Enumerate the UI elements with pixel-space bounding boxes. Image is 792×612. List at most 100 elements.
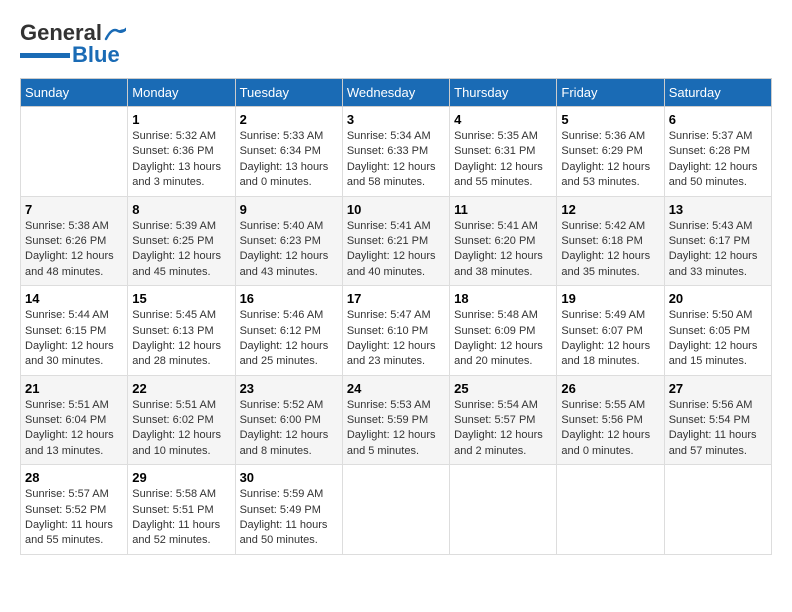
calendar-cell: 26 Sunrise: 5:55 AMSunset: 5:56 PMDayligh… [557, 375, 664, 465]
day-detail: Sunrise: 5:37 AMSunset: 6:28 PMDaylight:… [669, 129, 767, 191]
day-detail: Sunrise: 5:40 AMSunset: 6:23 PMDaylight:… [240, 219, 338, 281]
day-number: 16 [240, 291, 338, 306]
day-detail: Sunrise: 5:35 AMSunset: 6:31 PMDaylight:… [454, 129, 552, 191]
calendar-header-row: SundayMondayTuesdayWednesdayThursdayFrid… [21, 79, 772, 107]
calendar-cell: 27 Sunrise: 5:56 AMSunset: 5:54 PMDayligh… [664, 375, 771, 465]
calendar-cell: 15 Sunrise: 5:45 AMSunset: 6:13 PMDayligh… [128, 286, 235, 376]
day-number: 4 [454, 112, 552, 127]
day-header-thursday: Thursday [450, 79, 557, 107]
calendar-week-row: 7Sunrise: 5:38 AMSunset: 6:26 PMDaylight… [21, 196, 772, 286]
day-detail: Sunrise: 5:36 AMSunset: 6:29 PMDaylight:… [561, 129, 659, 191]
day-detail: Sunrise: 5:54 AMSunset: 5:57 PMDaylight:… [454, 398, 552, 460]
calendar-cell: 6 Sunrise: 5:37 AMSunset: 6:28 PMDaylight… [664, 107, 771, 197]
day-header-friday: Friday [557, 79, 664, 107]
day-header-sunday: Sunday [21, 79, 128, 107]
day-header-saturday: Saturday [664, 79, 771, 107]
day-detail: Sunrise: 5:44 AMSunset: 6:15 PMDaylight:… [25, 308, 123, 370]
calendar-cell: 19 Sunrise: 5:49 AMSunset: 6:07 PMDayligh… [557, 286, 664, 376]
day-number: 17 [347, 291, 445, 306]
day-number: 18 [454, 291, 552, 306]
day-number: 10 [347, 202, 445, 217]
calendar-cell [342, 465, 449, 555]
calendar-cell: 22 Sunrise: 5:51 AMSunset: 6:02 PMDayligh… [128, 375, 235, 465]
calendar-cell: 7Sunrise: 5:38 AMSunset: 6:26 PMDaylight… [21, 196, 128, 286]
day-number: 11 [454, 202, 552, 217]
day-detail: Sunrise: 5:41 AMSunset: 6:21 PMDaylight:… [347, 219, 445, 281]
calendar-cell: 5 Sunrise: 5:36 AMSunset: 6:29 PMDaylight… [557, 107, 664, 197]
day-detail: Sunrise: 5:45 AMSunset: 6:13 PMDaylight:… [132, 308, 230, 370]
page-header: General Blue [20, 20, 772, 68]
calendar-cell: 2Sunrise: 5:33 AMSunset: 6:34 PMDaylight… [235, 107, 342, 197]
logo-blue-text: Blue [72, 42, 120, 68]
day-detail: Sunrise: 5:55 AMSunset: 5:56 PMDaylight:… [561, 398, 659, 460]
day-number: 27 [669, 381, 767, 396]
calendar-cell: 28 Sunrise: 5:57 AMSunset: 5:52 PMDayligh… [21, 465, 128, 555]
calendar-body: 1 Sunrise: 5:32 AMSunset: 6:36 PMDaylight… [21, 107, 772, 555]
calendar-cell: 1 Sunrise: 5:32 AMSunset: 6:36 PMDaylight… [128, 107, 235, 197]
day-detail: Sunrise: 5:56 AMSunset: 5:54 PMDaylight:… [669, 398, 767, 460]
day-detail: Sunrise: 5:57 AMSunset: 5:52 PMDaylight:… [25, 487, 123, 549]
calendar-week-row: 1 Sunrise: 5:32 AMSunset: 6:36 PMDaylight… [21, 107, 772, 197]
day-detail: Sunrise: 5:46 AMSunset: 6:12 PMDaylight:… [240, 308, 338, 370]
calendar-cell: 4 Sunrise: 5:35 AMSunset: 6:31 PMDaylight… [450, 107, 557, 197]
day-detail: Sunrise: 5:51 AMSunset: 6:04 PMDaylight:… [25, 398, 123, 460]
day-detail: Sunrise: 5:32 AMSunset: 6:36 PMDaylight:… [132, 129, 230, 191]
day-detail: Sunrise: 5:58 AMSunset: 5:51 PMDaylight:… [132, 487, 230, 549]
calendar-cell: 11 Sunrise: 5:41 AMSunset: 6:20 PMDayligh… [450, 196, 557, 286]
logo-bird-icon [104, 25, 126, 41]
calendar-week-row: 28 Sunrise: 5:57 AMSunset: 5:52 PMDayligh… [21, 465, 772, 555]
day-number: 9 [240, 202, 338, 217]
day-number: 1 [132, 112, 230, 127]
day-detail: Sunrise: 5:59 AMSunset: 5:49 PMDaylight:… [240, 487, 338, 549]
day-number: 20 [669, 291, 767, 306]
calendar-week-row: 21 Sunrise: 5:51 AMSunset: 6:04 PMDayligh… [21, 375, 772, 465]
day-detail: Sunrise: 5:49 AMSunset: 6:07 PMDaylight:… [561, 308, 659, 370]
day-detail: Sunrise: 5:51 AMSunset: 6:02 PMDaylight:… [132, 398, 230, 460]
day-detail: Sunrise: 5:42 AMSunset: 6:18 PMDaylight:… [561, 219, 659, 281]
calendar-cell: 29 Sunrise: 5:58 AMSunset: 5:51 PMDayligh… [128, 465, 235, 555]
logo-blue-bar [20, 53, 70, 58]
calendar-cell [21, 107, 128, 197]
day-detail: Sunrise: 5:43 AMSunset: 6:17 PMDaylight:… [669, 219, 767, 281]
calendar-cell: 10 Sunrise: 5:41 AMSunset: 6:21 PMDayligh… [342, 196, 449, 286]
calendar-cell: 18 Sunrise: 5:48 AMSunset: 6:09 PMDayligh… [450, 286, 557, 376]
calendar-cell: 24 Sunrise: 5:53 AMSunset: 5:59 PMDayligh… [342, 375, 449, 465]
day-number: 21 [25, 381, 123, 396]
day-number: 23 [240, 381, 338, 396]
day-number: 22 [132, 381, 230, 396]
day-number: 5 [561, 112, 659, 127]
calendar-cell: 25Sunrise: 5:54 AMSunset: 5:57 PMDayligh… [450, 375, 557, 465]
day-number: 24 [347, 381, 445, 396]
day-number: 30 [240, 470, 338, 485]
calendar-cell: 20Sunrise: 5:50 AMSunset: 6:05 PMDayligh… [664, 286, 771, 376]
day-number: 13 [669, 202, 767, 217]
day-number: 28 [25, 470, 123, 485]
calendar-cell: 17Sunrise: 5:47 AMSunset: 6:10 PMDayligh… [342, 286, 449, 376]
day-number: 3 [347, 112, 445, 127]
day-number: 19 [561, 291, 659, 306]
day-detail: Sunrise: 5:52 AMSunset: 6:00 PMDaylight:… [240, 398, 338, 460]
calendar-cell: 3Sunrise: 5:34 AMSunset: 6:33 PMDaylight… [342, 107, 449, 197]
calendar-cell: 30 Sunrise: 5:59 AMSunset: 5:49 PMDayligh… [235, 465, 342, 555]
day-number: 2 [240, 112, 338, 127]
calendar-cell: 8 Sunrise: 5:39 AMSunset: 6:25 PMDaylight… [128, 196, 235, 286]
calendar-cell: 21 Sunrise: 5:51 AMSunset: 6:04 PMDayligh… [21, 375, 128, 465]
calendar-cell: 13 Sunrise: 5:43 AMSunset: 6:17 PMDayligh… [664, 196, 771, 286]
day-number: 6 [669, 112, 767, 127]
calendar-table: SundayMondayTuesdayWednesdayThursdayFrid… [20, 78, 772, 555]
day-number: 26 [561, 381, 659, 396]
calendar-cell: 14Sunrise: 5:44 AMSunset: 6:15 PMDayligh… [21, 286, 128, 376]
calendar-cell [450, 465, 557, 555]
day-number: 15 [132, 291, 230, 306]
day-detail: Sunrise: 5:39 AMSunset: 6:25 PMDaylight:… [132, 219, 230, 281]
day-header-wednesday: Wednesday [342, 79, 449, 107]
day-number: 8 [132, 202, 230, 217]
day-detail: Sunrise: 5:41 AMSunset: 6:20 PMDaylight:… [454, 219, 552, 281]
day-detail: Sunrise: 5:48 AMSunset: 6:09 PMDaylight:… [454, 308, 552, 370]
day-detail: Sunrise: 5:53 AMSunset: 5:59 PMDaylight:… [347, 398, 445, 460]
calendar-cell [664, 465, 771, 555]
day-header-tuesday: Tuesday [235, 79, 342, 107]
calendar-cell: 16 Sunrise: 5:46 AMSunset: 6:12 PMDayligh… [235, 286, 342, 376]
logo: General Blue [20, 20, 126, 68]
day-number: 29 [132, 470, 230, 485]
